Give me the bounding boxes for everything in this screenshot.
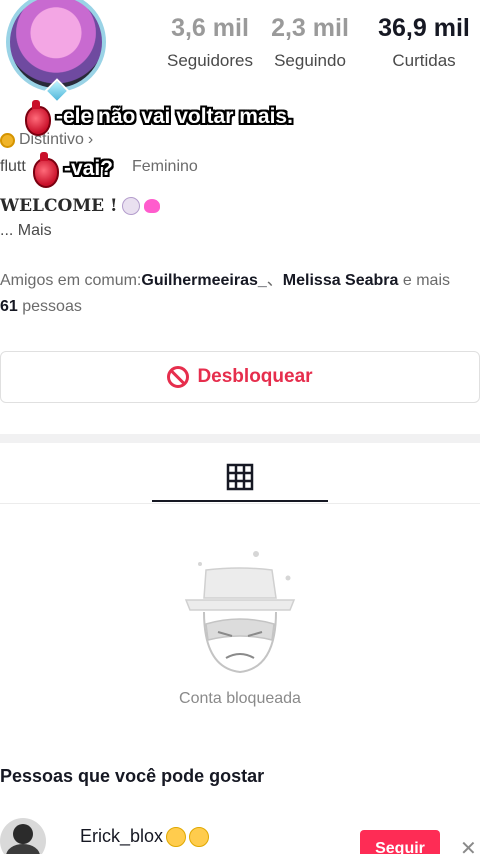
dismiss-suggestion-icon[interactable]: ✕ bbox=[460, 836, 477, 854]
grinning-face-icon bbox=[166, 826, 187, 847]
tab-videos-grid[interactable] bbox=[152, 452, 328, 502]
mutual-friend-2: Melissa Seabra bbox=[282, 272, 399, 289]
anatomical-heart-icon bbox=[30, 152, 59, 188]
unblock-button[interactable]: Desbloquear bbox=[0, 351, 480, 403]
caption-overlay-2: -vai? bbox=[30, 152, 114, 188]
gender-label: Feminino bbox=[132, 158, 198, 175]
bio-line: WELCOME ! bbox=[0, 196, 118, 216]
mutual-friends[interactable]: Amigos em comum:Guilhermeeiras_、Melissa … bbox=[0, 268, 470, 320]
rabbit-icon bbox=[121, 197, 140, 215]
tab-indicator bbox=[152, 500, 328, 502]
tab-separator bbox=[0, 503, 480, 504]
pleading-face-icon bbox=[189, 826, 210, 847]
blocked-account-label: Conta bloqueada bbox=[179, 690, 301, 707]
likes-count: 36,9 mil bbox=[378, 14, 470, 42]
bio-more-label: Mais bbox=[17, 222, 52, 239]
anatomical-heart-icon bbox=[22, 100, 51, 136]
mutual-prefix: Amigos em comum: bbox=[0, 272, 142, 289]
blocked-user-illustration bbox=[184, 551, 296, 674]
unblock-label: Desbloquear bbox=[197, 366, 313, 387]
following-label: Seguindo bbox=[274, 51, 346, 70]
likes-label: Curtidas bbox=[392, 51, 456, 70]
block-icon bbox=[167, 366, 190, 388]
suggested-user-name[interactable]: Erick_blox bbox=[80, 826, 210, 847]
badge-icon bbox=[0, 132, 15, 148]
profile-avatar[interactable] bbox=[2, 0, 110, 104]
followers-stat[interactable]: 3,6 mil Seguidores bbox=[148, 14, 272, 71]
mutual-suffix: pessoas bbox=[17, 298, 82, 315]
bio-text: WELCOME ! bbox=[0, 196, 160, 216]
likes-stat[interactable]: 36,9 mil Curtidas bbox=[376, 14, 472, 71]
followers-count: 3,6 mil bbox=[171, 14, 249, 42]
grid-icon bbox=[226, 463, 254, 491]
bio-ellipsis: ... bbox=[0, 222, 14, 239]
follow-button[interactable]: Seguir bbox=[360, 830, 440, 854]
username: flutt bbox=[0, 158, 26, 175]
mutual-friend-1: Guilhermeeiras_ bbox=[141, 272, 267, 289]
caption-text-1: -ele não vai voltar mais. bbox=[56, 105, 293, 128]
mutual-separator: 、 bbox=[266, 272, 283, 289]
section-divider bbox=[0, 434, 480, 443]
mutual-count: 61 bbox=[0, 298, 18, 315]
bio-more-link[interactable]: ... Mais bbox=[0, 222, 52, 240]
following-count: 2,3 mil bbox=[271, 14, 349, 42]
following-stat[interactable]: 2,3 mil Seguindo bbox=[268, 14, 352, 71]
followers-label: Seguidores bbox=[166, 51, 253, 70]
suggestions-title: Pessoas que você pode gostar bbox=[0, 766, 265, 786]
suggested-user-avatar[interactable] bbox=[0, 818, 46, 854]
caption-text-2: -vai? bbox=[64, 157, 114, 180]
caption-overlay-1: -ele não vai voltar mais. bbox=[22, 100, 293, 136]
mutual-middle: e mais bbox=[398, 272, 450, 289]
pink-heart-icon bbox=[143, 199, 160, 213]
suggested-user-label: Erick_blox bbox=[80, 826, 164, 846]
